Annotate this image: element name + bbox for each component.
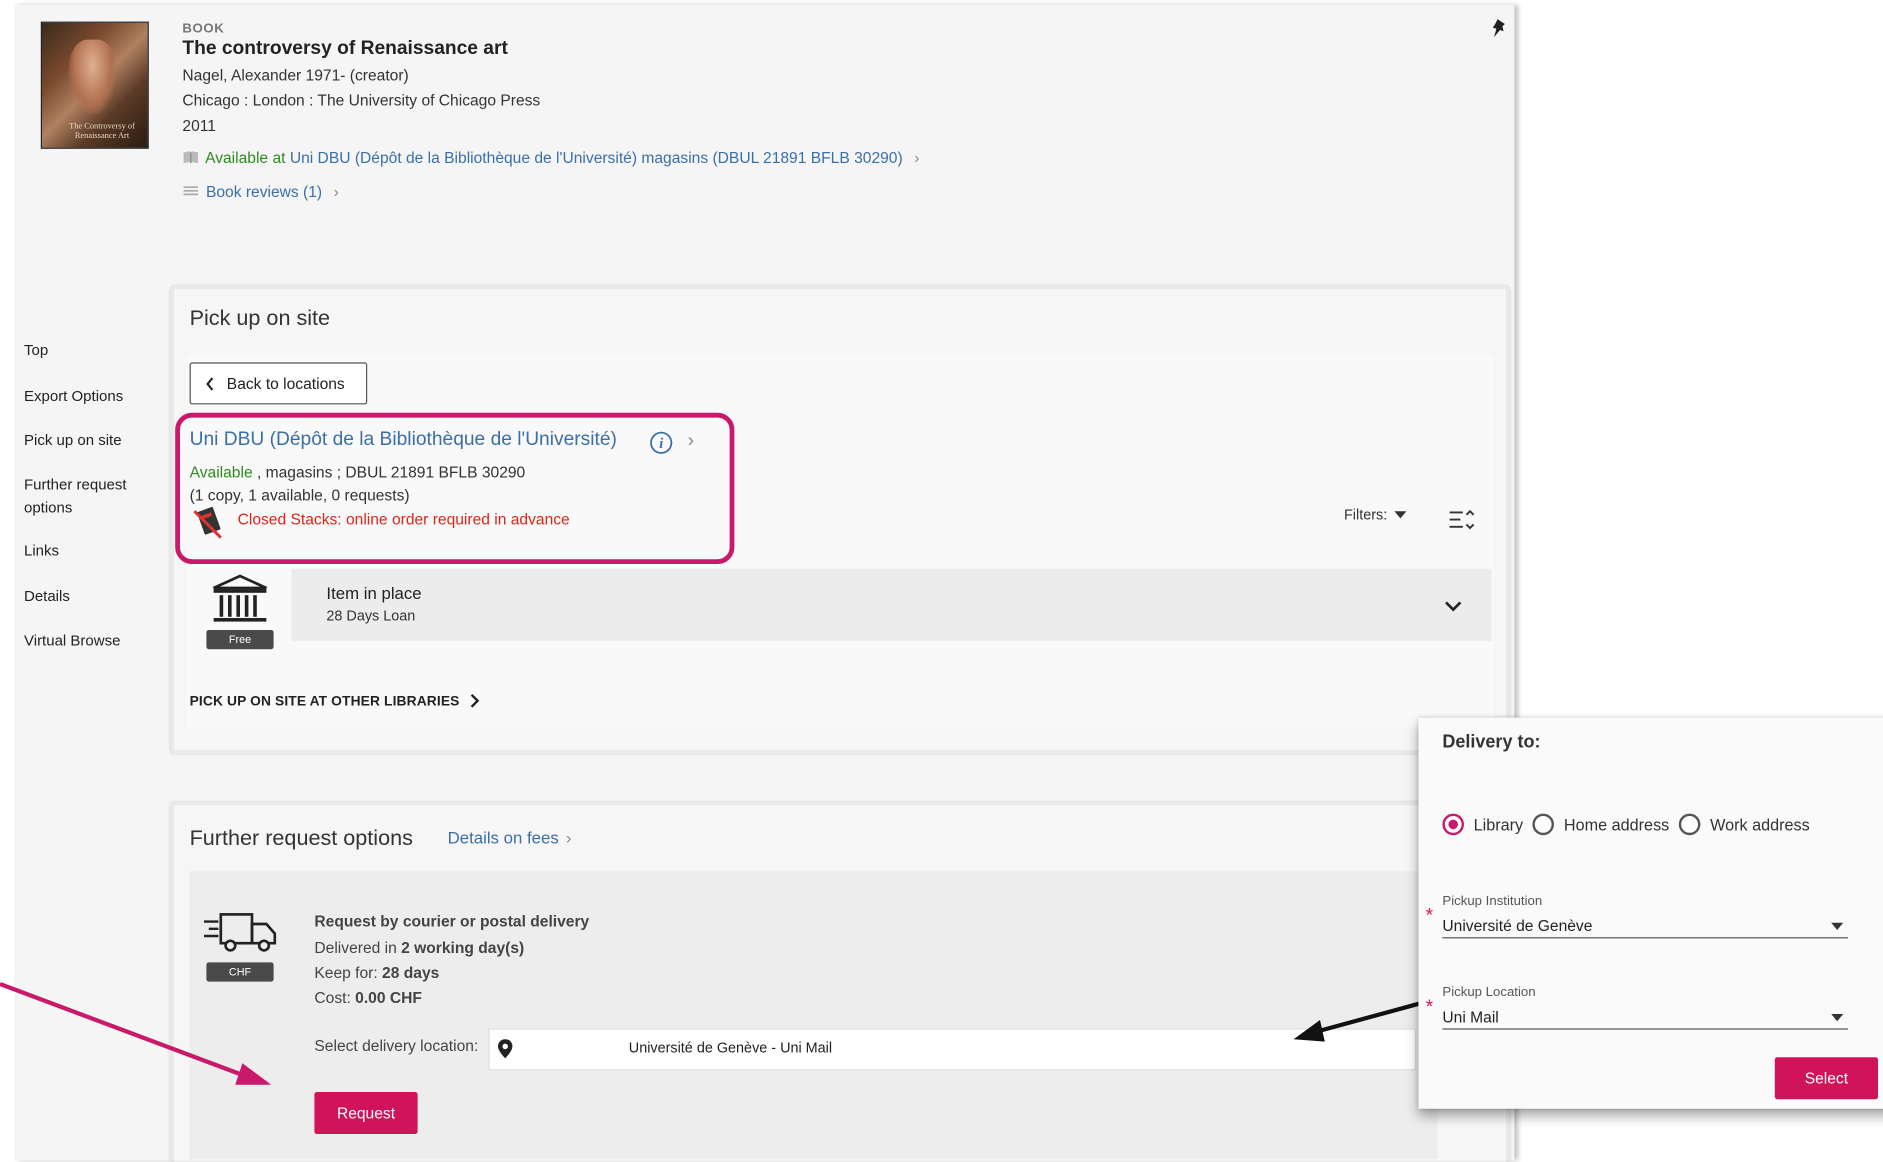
caret-down-icon[interactable] (1831, 1014, 1844, 1022)
annotation-arrow-location (1293, 1001, 1422, 1042)
record-type: BOOK (182, 21, 225, 36)
chevron-right-icon (470, 693, 480, 708)
select-delivery-location-label: Select delivery location: (314, 1036, 479, 1055)
caret-down-icon (1394, 511, 1407, 519)
sidebar-item-further-request-options[interactable]: Further request (24, 473, 127, 497)
radio-library[interactable] (1442, 813, 1464, 836)
record-creator: Nagel, Alexander 1971- (creator) (182, 66, 409, 84)
info-icon[interactable]: i (649, 431, 673, 455)
chevron-right-icon: › (565, 828, 572, 848)
sidebar-item-links[interactable]: Links (24, 539, 59, 563)
book-reviews-link[interactable]: Book reviews (1) › (182, 182, 339, 201)
pin-icon[interactable] (1490, 17, 1509, 41)
record-title[interactable]: The controversy of Renaissance art (182, 38, 507, 60)
sidebar-item-further-request-options-line2[interactable]: options (24, 496, 72, 520)
keep-for-label: Keep for: (314, 963, 383, 982)
delivery-location-value: Université de Genève - Uni Mail (628, 1039, 833, 1056)
select-button[interactable]: Select (1774, 1057, 1879, 1100)
pickup-institution-label: Pickup Institution (1442, 894, 1543, 909)
library-building-icon (213, 574, 267, 622)
closed-stacks-note: Closed Stacks: online order required in … (237, 510, 570, 528)
truck-icon (204, 913, 277, 952)
further-title: Further request options (189, 825, 413, 850)
required-asterisk: * (1425, 997, 1434, 1018)
availability-location[interactable]: Uni DBU (Dépôt de la Bibliothèque de l'U… (290, 149, 903, 167)
svg-text:i: i (659, 436, 663, 452)
cover-title: The Controversy of Renaissance Art (69, 121, 135, 141)
required-asterisk: * (1425, 906, 1434, 927)
location-copies: (1 copy, 1 available, 0 requests) (189, 486, 410, 505)
location-pin-icon (498, 1039, 513, 1059)
availability-status: Available at (205, 148, 286, 167)
free-badge: Free (206, 630, 274, 650)
delivery-type-radios: Library Home address Work address (1442, 813, 1819, 836)
filters-dropdown[interactable]: Filters: (1344, 506, 1407, 524)
location-shelf: , magasins ; DBUL 21891 BFLB 30290 (252, 463, 526, 482)
chevron-right-icon[interactable]: › (688, 431, 694, 453)
cost-value: 0.00 CHF (355, 988, 422, 1007)
keep-for-line: Keep for: 28 days (314, 964, 439, 982)
delivered-in-label: Delivered in (314, 938, 402, 957)
book-cover[interactable]: The Controversy of Renaissance Art (40, 21, 149, 149)
chevron-left-icon (206, 376, 214, 391)
pickup-location-underline (1442, 1028, 1849, 1030)
list-icon (183, 186, 199, 196)
pickup-institution-select[interactable]: Université de Genève (1442, 917, 1592, 935)
caret-down-icon[interactable] (1831, 922, 1844, 931)
cost-label: Cost: (314, 988, 356, 1007)
delivery-location-input[interactable] (488, 1028, 1416, 1071)
pickup-location-select[interactable]: Uni Mail (1442, 1008, 1498, 1026)
delivery-popup (1418, 717, 1883, 1109)
availability-line[interactable]: Available at Uni DBU (Dépôt de la Biblio… (182, 149, 919, 167)
item-row[interactable] (291, 568, 1492, 641)
sidebar-item-top[interactable]: Top (24, 338, 48, 362)
details-on-fees-link[interactable]: Details on fees › (448, 828, 572, 847)
item-loan-period: 28 Days Loan (326, 607, 416, 624)
sidebar-item-details[interactable]: Details (24, 584, 70, 608)
chevron-right-icon: › (914, 148, 920, 167)
back-to-locations-label: Back to locations (226, 374, 345, 393)
chevron-right-icon: › (333, 182, 339, 201)
details-on-fees-label: Details on fees (447, 828, 559, 848)
pickup-location-label: Pickup Location (1442, 985, 1536, 1000)
request-button[interactable]: Request (314, 1092, 418, 1134)
radio-home-address-label: Home address (1563, 815, 1670, 834)
request-option-title: Request by courier or postal delivery (314, 912, 590, 931)
closed-stacks-icon (193, 506, 222, 539)
radio-work-address-label: Work address (1710, 815, 1810, 834)
location-status-line: Available , magasins ; DBUL 21891 BFLB 3… (190, 463, 526, 481)
record-year: 2011 (182, 116, 216, 135)
cost-line: Cost: 0.00 CHF (314, 989, 422, 1007)
sidebar-item-export-options[interactable]: Export Options (24, 384, 123, 408)
book-icon (183, 151, 199, 164)
filters-label: Filters: (1344, 506, 1388, 524)
pickup-title: Pick up on site (189, 306, 331, 330)
annotation-arrow-request (0, 982, 272, 1085)
back-to-locations-button[interactable]: Back to locations (189, 362, 368, 405)
sort-icon[interactable] (1447, 506, 1476, 532)
record-publisher: Chicago : London : The University of Chi… (182, 91, 541, 110)
location-status: Available (189, 463, 253, 482)
other-libraries-label: PICK UP ON SITE AT OTHER LIBRARIES (189, 694, 460, 710)
sidebar-item-virtual-browse[interactable]: Virtual Browse (24, 629, 120, 653)
sidebar-item-pick-up-on-site[interactable]: Pick up on site (24, 428, 122, 452)
radio-home-address[interactable] (1532, 813, 1555, 836)
delivered-in-value: 2 working day(s) (401, 938, 525, 957)
pickup-institution-underline (1442, 937, 1849, 939)
keep-for-value: 28 days (382, 963, 440, 982)
radio-work-address[interactable] (1678, 813, 1701, 836)
delivered-in-line: Delivered in 2 working day(s) (314, 938, 524, 956)
item-title: Item in place (326, 583, 422, 603)
radio-library-label: Library (1473, 815, 1524, 834)
other-libraries-link[interactable]: PICK UP ON SITE AT OTHER LIBRARIES (189, 693, 481, 710)
chevron-down-icon[interactable] (1442, 595, 1464, 617)
book-reviews-label: Book reviews (1) (205, 182, 323, 201)
delivery-popup-title: Delivery to: (1442, 732, 1541, 753)
location-name[interactable]: Uni DBU (Dépôt de la Bibliothèque de l'U… (190, 430, 617, 452)
